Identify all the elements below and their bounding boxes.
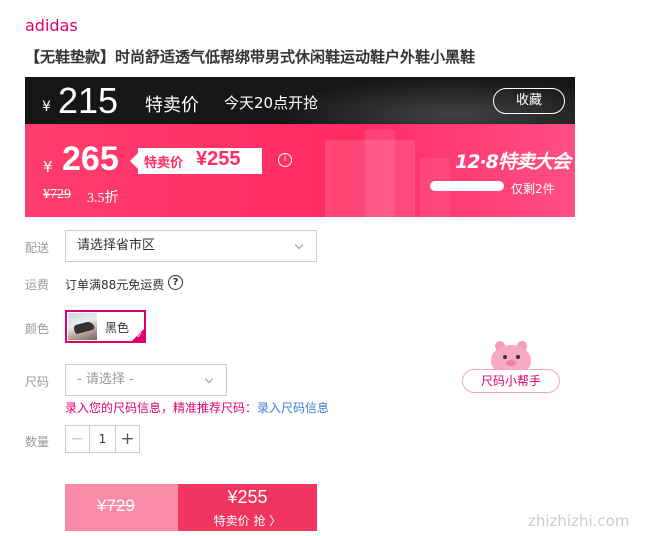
promo-price-value: ¥255 [196,148,241,170]
quantity-stepper: − 1 + [65,425,140,453]
buy-original-price-button[interactable]: ¥729 [65,484,178,531]
size-select-value: - 请选择 - [77,372,134,387]
chevron-down-icon [204,374,214,384]
quantity-value[interactable]: 1 [90,426,115,452]
banner-building-decoration [365,130,395,217]
upcoming-price-banner: ¥ 215 特卖价 今天20点开抢 收藏 [25,77,575,124]
pig-eye [516,355,520,359]
product-thumbnail [68,313,97,340]
region-select-value: 请选择省市区 [77,238,156,253]
event-title: 12·8特卖大会 [455,151,571,173]
shoe-icon [73,320,95,335]
size-tip-text: 录入您的尺码信息，精准推荐尺码： [65,401,258,415]
upcoming-price-tag: 特卖价 [145,95,199,116]
stock-progress-bar [430,181,504,191]
buy-promo-price-button[interactable]: ¥255 特卖价 抢 〉 [178,484,317,531]
collect-button[interactable]: 收藏 [493,88,565,114]
currency-symbol: ¥ [42,99,51,115]
current-price-banner: ¥ 265 特卖价 ¥255 i ¥729 3.5折 12·8特卖大会 仅剩2件 [25,124,575,217]
chevron-down-icon [294,240,304,250]
pig-eye [503,355,507,359]
info-icon[interactable]: i [278,153,292,167]
stock-progress-fill [431,182,500,190]
buy-original-price: ¥729 [97,496,135,515]
decrease-button[interactable]: − [66,426,90,452]
stock-remaining: 仅剩2件 [511,182,555,196]
brand-name[interactable]: adidas [25,16,78,35]
size-tip: 录入您的尺码信息，精准推荐尺码：录入尺码信息 [65,399,329,416]
discount-rate: 3.5折 [87,191,119,206]
buy-promo-action: 特卖价 抢 〉 [213,514,282,528]
current-price: 265 [62,140,119,178]
size-select[interactable]: - 请选择 - [65,364,227,396]
upcoming-price: 215 [58,80,119,121]
color-label: 颜色 [25,322,50,336]
check-icon: ✓ [136,331,143,340]
size-helper-button[interactable]: 尺码小帮手 [462,369,560,393]
currency-symbol: ¥ [43,158,53,176]
shipping-label: 运费 [25,278,50,292]
region-select[interactable]: 请选择省市区 [65,230,317,262]
size-info-link[interactable]: 录入尺码信息 [257,401,329,415]
pig-nose [506,360,516,366]
color-option-black[interactable]: 黑色 ✓ [65,310,146,343]
size-label: 尺码 [25,375,50,389]
promo-price-label: 特卖价 [144,156,184,171]
help-icon[interactable]: ? [168,275,183,290]
buy-promo-price: ¥255 [227,487,268,507]
color-option-label: 黑色 [105,321,130,335]
delivery-label: 配送 [25,241,50,255]
watermark-url: zhizhizhi.com [528,512,630,530]
original-price: ¥729 [43,187,71,202]
product-title: 【无鞋垫款】时尚舒适透气低帮绑带男式休闲鞋运动鞋户外鞋小黑鞋 [25,48,476,66]
shipping-info: 订单满88元免运费 [65,278,165,292]
quantity-label: 数量 [25,435,50,449]
increase-button[interactable]: + [115,426,139,452]
sale-start-time: 今天20点开抢 [224,94,319,112]
promo-price-tag: 特卖价 ¥255 [130,148,262,174]
